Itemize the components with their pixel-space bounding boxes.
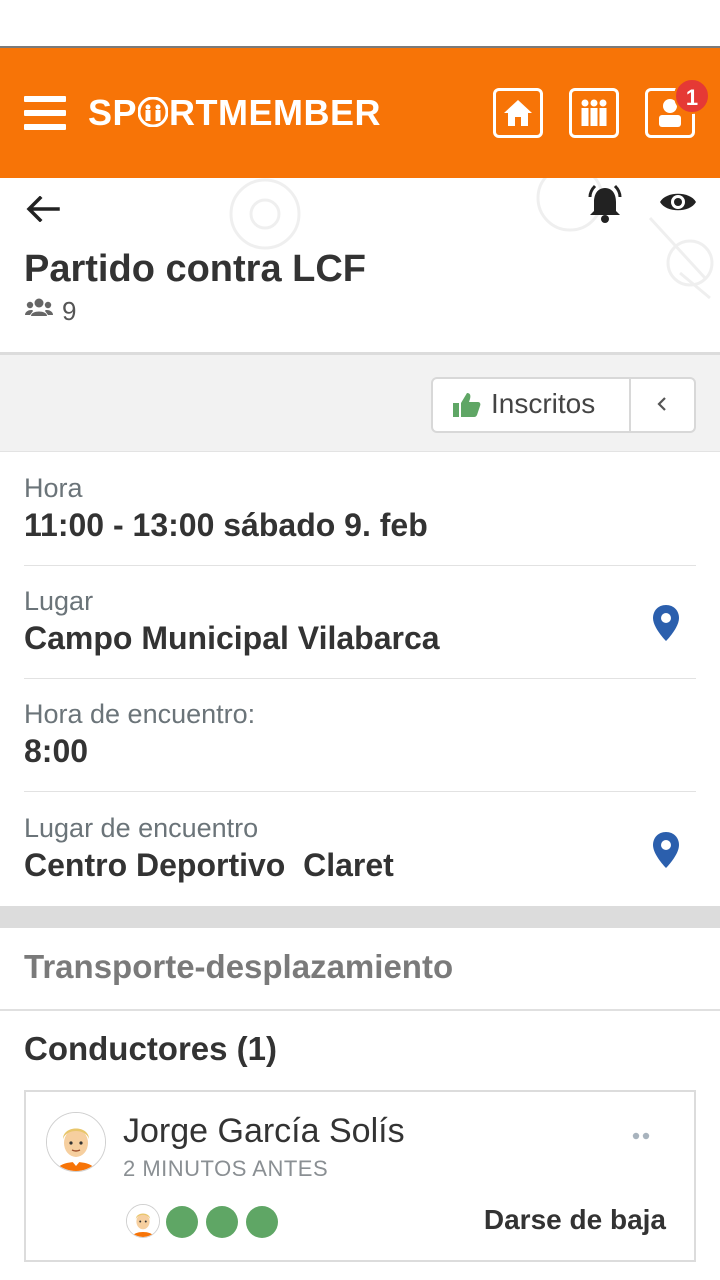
info-label: Hora de encuentro: — [24, 699, 256, 729]
avatar — [46, 1112, 106, 1172]
collapse-button[interactable] — [631, 379, 694, 431]
bell-icon[interactable] — [585, 183, 625, 225]
app-bar: SP RTMEMBER — [0, 48, 720, 178]
info-row-lugar-encuentro: Lugar de encuentro Centro Deportivo Clar… — [24, 793, 696, 905]
info-row-hora: Hora 11:00 - 13:00 sábado 9. feb — [24, 453, 696, 566]
status-bar — [0, 0, 720, 48]
chevron-left-icon — [657, 397, 666, 411]
info-value: Campo Municipal Vilabarca — [24, 620, 440, 656]
event-toolbar: Inscritos — [0, 352, 720, 452]
logo-text-start: SP — [88, 92, 138, 133]
info-value: Centro Deportivo Claret — [24, 847, 394, 883]
participant-count: 9 — [62, 296, 77, 326]
home-button[interactable] — [493, 88, 543, 138]
free-seat[interactable] — [246, 1206, 278, 1238]
avatar-illustration — [47, 1113, 105, 1171]
info-label: Lugar — [24, 586, 94, 616]
darse-de-baja-button[interactable]: Darse de baja — [484, 1204, 666, 1236]
driver-name: Jorge García Solís — [123, 1112, 405, 1150]
event-title: Partido contra LCF — [24, 248, 367, 290]
team-icon — [581, 99, 607, 126]
team-button[interactable] — [569, 88, 619, 138]
passenger-avatar — [126, 1204, 160, 1238]
notification-badge: 1 — [674, 78, 710, 114]
avatar-illustration — [127, 1205, 159, 1237]
drivers-title: Conductores (1) — [24, 1030, 278, 1067]
info-row-hora-encuentro: Hora de encuentro: 8:00 — [24, 679, 696, 792]
group-icon — [25, 298, 53, 316]
logo-players-icon — [138, 97, 169, 127]
info-label: Hora — [24, 473, 83, 503]
info-row-lugar: Lugar Campo Municipal Vilabarca — [24, 566, 696, 679]
back-arrow-icon[interactable] — [26, 196, 60, 222]
event-header: Partido contra LCF 9 — [0, 178, 720, 352]
more-dots-icon[interactable] — [632, 1132, 652, 1140]
info-value: 11:00 - 13:00 sábado 9. feb — [24, 507, 428, 543]
eye-icon[interactable] — [658, 188, 698, 216]
driver-timestamp: 2 MINUTOS ANTES — [123, 1156, 329, 1181]
free-seat[interactable] — [206, 1206, 238, 1238]
hamburger-icon[interactable] — [24, 96, 66, 130]
app-logo: SP RTMEMBER — [88, 91, 381, 135]
driver-card: Jorge García Solís 2 MINUTOS ANTES Darse… — [24, 1090, 696, 1262]
divider — [0, 1009, 720, 1011]
section-divider — [0, 906, 720, 928]
inscritos-button-group: Inscritos — [431, 377, 696, 433]
inscritos-button[interactable]: Inscritos — [433, 379, 631, 431]
home-icon — [504, 100, 532, 126]
info-value: 8:00 — [24, 733, 89, 769]
ball-decoration-icon — [229, 178, 301, 250]
transport-section-title: Transporte-desplazamiento — [24, 948, 454, 985]
free-seat[interactable] — [166, 1206, 198, 1238]
inscritos-label: Inscritos — [491, 388, 596, 419]
info-label: Lugar de encuentro — [24, 813, 259, 843]
map-pin-icon[interactable] — [652, 604, 680, 642]
logo-text-end: RTMEMBER — [169, 92, 382, 133]
thumbs-up-icon — [453, 393, 481, 417]
map-pin-icon[interactable] — [652, 831, 680, 869]
